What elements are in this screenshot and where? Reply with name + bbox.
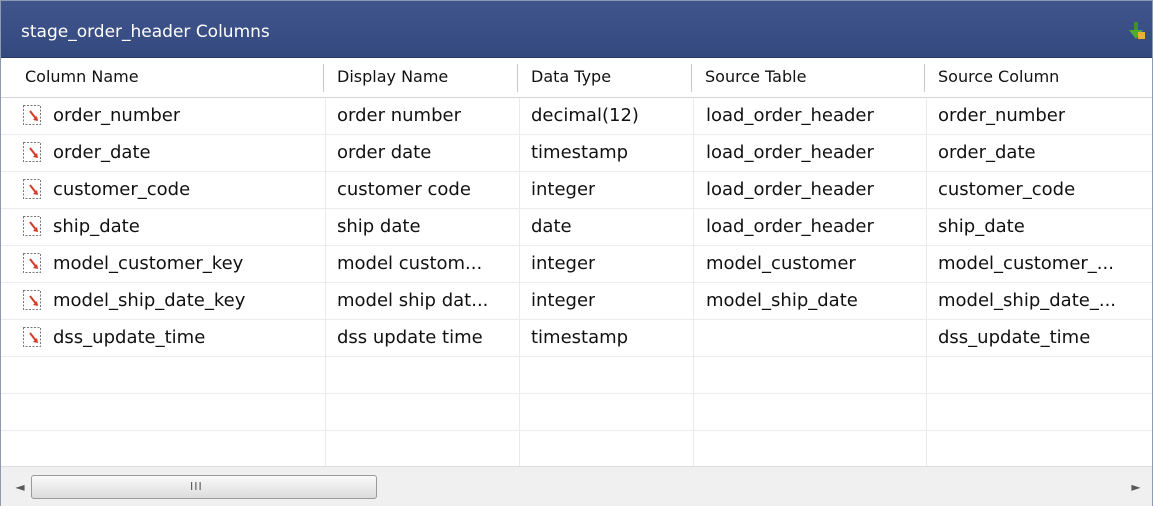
column-name-cell: model_customer_key xyxy=(53,253,244,274)
source-table-cell: load_order_header xyxy=(706,216,874,237)
column-mapping-icon xyxy=(23,290,41,310)
source-column-cell: dss_update_time xyxy=(938,327,1091,348)
column-mapping-icon xyxy=(23,216,41,236)
display-name-cell: ship date xyxy=(337,216,421,237)
column-mapping-icon xyxy=(23,253,41,273)
pin-icon[interactable] xyxy=(1125,20,1147,42)
header-divider[interactable] xyxy=(691,64,692,92)
scrollbar-thumb[interactable]: III xyxy=(31,475,377,499)
grid-body: order_number order number decimal(12) lo… xyxy=(1,98,1152,466)
header-source-table[interactable]: Source Table xyxy=(693,58,806,98)
panel-titlebar: stage_order_header Columns xyxy=(1,1,1152,58)
display-name-cell: order number xyxy=(337,105,461,126)
scroll-right-arrow-icon[interactable]: ► xyxy=(1129,479,1143,495)
empty-row xyxy=(1,431,1152,466)
table-row[interactable]: dss_update_time dss update time timestam… xyxy=(1,320,1152,357)
data-type-cell: integer xyxy=(531,179,596,200)
display-name-cell: customer code xyxy=(337,179,471,200)
empty-row xyxy=(1,357,1152,394)
source-table-cell: load_order_header xyxy=(706,179,874,200)
header-divider[interactable] xyxy=(323,64,324,92)
source-table-cell: load_order_header xyxy=(706,105,874,126)
grid-header: Column Name Display Name Data Type Sourc… xyxy=(1,58,1152,98)
source-column-cell: order_date xyxy=(938,142,1036,163)
table-row[interactable]: ship_date ship date date load_order_head… xyxy=(1,209,1152,246)
column-mapping-icon xyxy=(23,105,41,125)
source-column-cell: model_ship_date_... xyxy=(938,290,1117,311)
source-table-cell: model_ship_date xyxy=(706,290,858,311)
table-row[interactable]: model_customer_key model custom... integ… xyxy=(1,246,1152,283)
data-type-cell: integer xyxy=(531,253,596,274)
header-data-type[interactable]: Data Type xyxy=(519,58,611,98)
source-column-cell: customer_code xyxy=(938,179,1076,200)
empty-row xyxy=(1,394,1152,431)
column-mapping-icon xyxy=(23,142,41,162)
table-row[interactable]: order_number order number decimal(12) lo… xyxy=(1,98,1152,135)
display-name-cell: model custom... xyxy=(337,253,483,274)
column-name-cell: order_date xyxy=(53,142,151,163)
source-column-cell: ship_date xyxy=(938,216,1025,237)
scrollbar-grip-icon: III xyxy=(190,480,203,493)
table-row[interactable]: customer_code customer code integer load… xyxy=(1,172,1152,209)
header-display-name[interactable]: Display Name xyxy=(325,58,448,98)
column-name-cell: customer_code xyxy=(53,179,191,200)
header-divider[interactable] xyxy=(924,64,925,92)
header-divider[interactable] xyxy=(517,64,518,92)
source-table-cell: model_customer xyxy=(706,253,856,274)
columns-panel: stage_order_header Columns Column Name D… xyxy=(0,0,1153,506)
column-mapping-icon xyxy=(23,179,41,199)
source-column-cell: model_customer_... xyxy=(938,253,1114,274)
data-type-cell: integer xyxy=(531,290,596,311)
column-name-cell: ship_date xyxy=(53,216,140,237)
header-column-name[interactable]: Column Name xyxy=(13,58,139,98)
column-name-cell: model_ship_date_key xyxy=(53,290,246,311)
horizontal-scrollbar[interactable]: ◄ III ► xyxy=(1,466,1152,506)
data-type-cell: decimal(12) xyxy=(531,105,639,126)
source-column-cell: order_number xyxy=(938,105,1066,126)
data-type-cell: timestamp xyxy=(531,142,629,163)
display-name-cell: model ship dat... xyxy=(337,290,489,311)
scroll-left-arrow-icon[interactable]: ◄ xyxy=(13,479,27,495)
column-mapping-icon xyxy=(23,327,41,347)
header-source-column[interactable]: Source Column xyxy=(926,58,1059,98)
column-name-cell: order_number xyxy=(53,105,181,126)
panel-title: stage_order_header Columns xyxy=(21,22,270,42)
display-name-cell: order date xyxy=(337,142,432,163)
table-row[interactable]: model_ship_date_key model ship dat... in… xyxy=(1,283,1152,320)
data-type-cell: date xyxy=(531,216,572,237)
table-row[interactable]: order_date order date timestamp load_ord… xyxy=(1,135,1152,172)
display-name-cell: dss update time xyxy=(337,327,483,348)
data-type-cell: timestamp xyxy=(531,327,629,348)
column-name-cell: dss_update_time xyxy=(53,327,206,348)
source-table-cell: load_order_header xyxy=(706,142,874,163)
